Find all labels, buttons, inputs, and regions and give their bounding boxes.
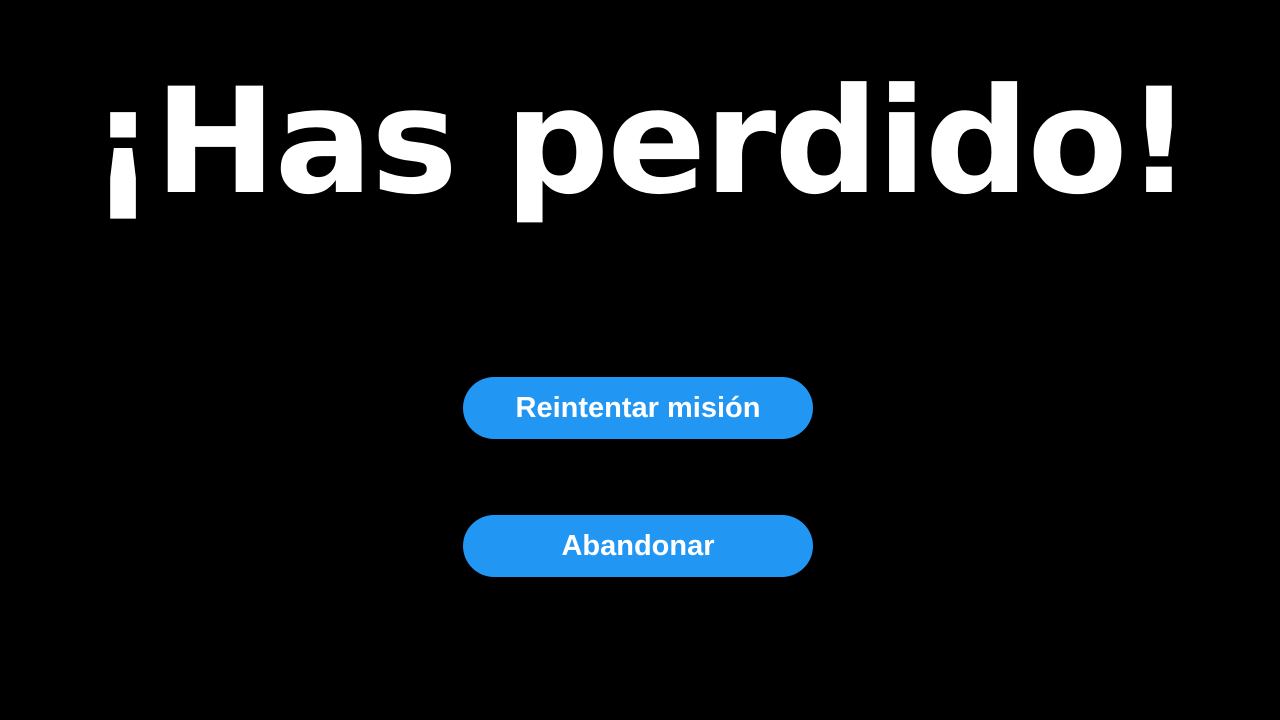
retry-mission-button[interactable]: Reintentar misión: [463, 377, 813, 439]
game-over-title: ¡Has perdido!: [89, 57, 1193, 227]
game-over-screen: ¡Has perdido! Reintentar misión Abandona…: [0, 0, 1280, 720]
abandon-button[interactable]: Abandonar: [463, 515, 813, 577]
